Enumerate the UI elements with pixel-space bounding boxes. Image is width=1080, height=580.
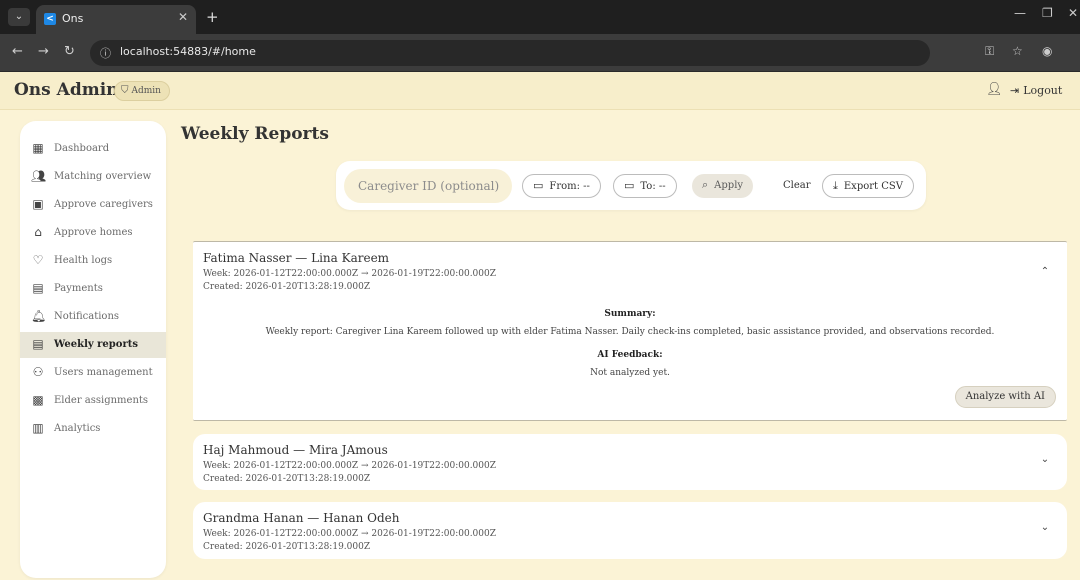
tab-title: Ons	[62, 12, 84, 25]
logout-button[interactable]: ⇥ Logout	[1010, 84, 1062, 97]
person-icon[interactable]: 👤︎	[986, 82, 1003, 97]
report-week-range: Week: 2026-01-12T22:00:00.000Z → 2026-01…	[203, 529, 496, 539]
report-created-date: Created: 2026-01-20T13:28:19.000Z	[203, 282, 371, 292]
sidebar-item-label: Approve homes	[54, 227, 133, 238]
report-icon: ▤	[32, 337, 44, 351]
filter-bar: ▭ From: -- ▭ To: -- ⌕ Apply Clear ⤓ Export C…	[336, 161, 926, 210]
report-participants: Grandma Hanan — Hanan Odeh	[203, 511, 400, 525]
app-title: Ons Admin	[14, 80, 119, 100]
calendar-icon: ▭	[533, 179, 544, 192]
assignment-icon: ▩	[32, 393, 44, 407]
dashboard-icon: ▦	[32, 141, 44, 155]
summary-heading: Summary:	[604, 309, 656, 319]
sidebar-item-label: Approve caregivers	[54, 199, 153, 210]
badge-icon: ▣	[32, 197, 44, 211]
sidebar-item-label: Weekly reports	[54, 339, 138, 350]
clear-button[interactable]: Clear	[783, 180, 811, 191]
sidebar-item-label: Notifications	[54, 311, 120, 322]
home-icon: ⌂	[34, 225, 42, 239]
role-badge: ⛉ Admin	[114, 81, 170, 101]
profile-avatar-icon[interactable]: ◉	[1042, 44, 1052, 58]
address-bar[interactable]: ⓘ localhost:54883/#/home	[90, 40, 930, 66]
sidebar-item-label: Payments	[54, 283, 103, 294]
report-participants: Haj Mahmoud — Mira JAmous	[203, 443, 388, 457]
forward-icon[interactable]: →	[38, 44, 49, 59]
report-card[interactable]: Grandma Hanan — Hanan Odeh Week: 2026-01…	[193, 502, 1067, 559]
sidebar-item-elder-assignments[interactable]: ▩ Elder assignments	[20, 388, 166, 414]
calendar-icon: ▭	[624, 179, 635, 192]
from-date-label: From: --	[549, 181, 590, 192]
users-icon: ⚇	[32, 365, 44, 379]
from-date-button[interactable]: ▭ From: --	[522, 174, 601, 198]
site-info-icon[interactable]: ⓘ	[100, 45, 111, 61]
browser-toolbar: ← → ↻ ⓘ localhost:54883/#/home ⚿ ☆ ◉	[0, 34, 1080, 72]
tab-search-icon[interactable]: ⌄	[8, 8, 30, 26]
report-created-date: Created: 2026-01-20T13:28:19.000Z	[203, 542, 371, 552]
sidebar-item-label: Dashboard	[54, 143, 110, 154]
tab-close-icon[interactable]: ✕	[178, 10, 188, 24]
report-card: Fatima Nasser — Lina Kareem Week: 2026-0…	[193, 241, 1067, 421]
sidebar-item-health-logs[interactable]: ♡ Health logs	[20, 248, 166, 274]
password-key-icon[interactable]: ⚿	[985, 44, 994, 59]
bell-icon: 🔔︎	[31, 309, 47, 323]
sidebar-item-label: Analytics	[54, 423, 101, 434]
sidebar-item-label: Users management	[54, 367, 153, 378]
export-csv-label: Export CSV	[843, 181, 903, 192]
sidebar-item-payments[interactable]: ▤ Payments	[20, 276, 166, 302]
reload-icon[interactable]: ↻	[64, 44, 75, 59]
heart-icon: ♡	[32, 253, 44, 267]
chevron-down-icon[interactable]: ⌄	[1037, 454, 1053, 465]
app-header: Ons Admin ⛉ Admin 👤︎ ⇥ Logout	[0, 72, 1080, 110]
sidebar-item-label: Matching overview	[54, 171, 152, 182]
sidebar-item-label: Health logs	[54, 255, 113, 266]
logout-label: Logout	[1023, 84, 1063, 97]
apply-button[interactable]: ⌕ Apply	[692, 174, 754, 198]
restore-icon[interactable]: ❐	[1042, 6, 1053, 20]
bookmark-star-icon[interactable]: ☆	[1012, 44, 1023, 58]
browser-tab[interactable]: < Ons ✕	[36, 5, 196, 34]
new-tab-icon[interactable]: +	[206, 8, 219, 26]
page-title: Weekly Reports	[181, 124, 329, 144]
summary-text: Weekly report: Caregiver Lina Kareem fol…	[265, 327, 995, 337]
payment-icon: ▤	[32, 281, 44, 295]
analyze-with-ai-button[interactable]: Analyze with AI	[954, 386, 1056, 408]
back-icon[interactable]: ←	[12, 44, 23, 59]
to-date-label: To: --	[640, 181, 666, 192]
search-icon: ⌕	[702, 178, 709, 191]
report-created-date: Created: 2026-01-20T13:28:19.000Z	[203, 474, 371, 484]
url-text: localhost:54883/#/home	[120, 45, 256, 58]
chevron-down-icon[interactable]: ⌄	[1037, 522, 1053, 533]
sidebar-item-users-management[interactable]: ⚇ Users management	[20, 360, 166, 386]
ai-feedback-text: Not analyzed yet.	[590, 368, 670, 378]
sidebar-item-notifications[interactable]: 🔔︎ Notifications	[20, 304, 166, 330]
logout-icon: ⇥	[1010, 84, 1020, 97]
report-week-range: Week: 2026-01-12T22:00:00.000Z → 2026-01…	[203, 269, 496, 279]
flutter-favicon-icon: <	[44, 13, 56, 25]
browser-tab-strip: ⌄ < Ons ✕ + — ❐ ✕	[0, 0, 1080, 34]
minimize-icon[interactable]: —	[1014, 6, 1026, 20]
to-date-button[interactable]: ▭ To: --	[613, 174, 677, 198]
analytics-icon: ▥	[32, 421, 44, 435]
sidebar-item-dashboard[interactable]: ▦ Dashboard	[20, 136, 166, 162]
ai-feedback-heading: AI Feedback:	[597, 350, 663, 360]
report-week-range: Week: 2026-01-12T22:00:00.000Z → 2026-01…	[203, 461, 496, 471]
role-badge-label: Admin	[131, 86, 161, 96]
apply-label: Apply	[714, 180, 744, 191]
shield-icon: ⛉	[121, 85, 129, 96]
report-participants: Fatima Nasser — Lina Kareem	[203, 251, 390, 265]
report-card[interactable]: Haj Mahmoud — Mira JAmous Week: 2026-01-…	[193, 434, 1067, 490]
sidebar-item-matching-overview[interactable]: 👥︎ Matching overview	[20, 164, 166, 190]
sidebar-item-weekly-reports[interactable]: ▤ Weekly reports	[20, 332, 166, 358]
download-icon: ⤓	[833, 179, 838, 192]
chevron-up-icon[interactable]: ⌃	[1037, 266, 1053, 277]
sidebar-item-approve-homes[interactable]: ⌂ Approve homes	[20, 220, 166, 246]
caregiver-id-input[interactable]	[344, 169, 512, 203]
sidebar-item-approve-caregivers[interactable]: ▣ Approve caregivers	[20, 192, 166, 218]
export-csv-button[interactable]: ⤓ Export CSV	[822, 174, 914, 198]
window-close-icon[interactable]: ✕	[1068, 6, 1078, 20]
sidebar-item-analytics[interactable]: ▥ Analytics	[20, 416, 166, 442]
sidebar-item-label: Elder assignments	[54, 395, 149, 406]
sidebar: ▦ Dashboard 👥︎ Matching overview ▣ Appro…	[20, 121, 166, 578]
group-icon: 👥︎	[31, 169, 47, 183]
